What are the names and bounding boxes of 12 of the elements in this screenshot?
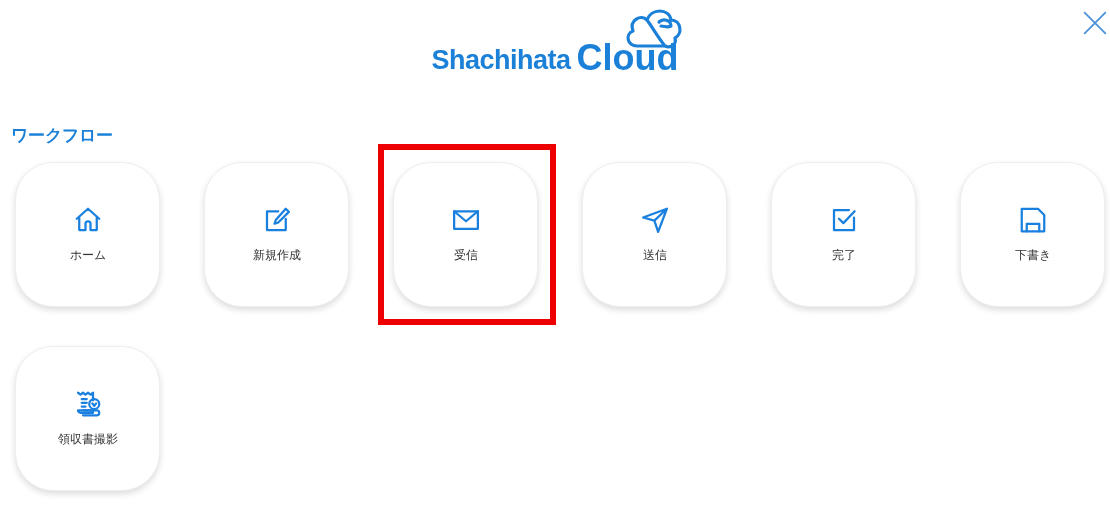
menu-tile[interactable]: 下書き [960,162,1105,307]
menu-tile[interactable]: 新規作成 [204,162,349,307]
menu-tile[interactable]: 受信 [393,162,538,307]
menu-tile[interactable]: 完了 [771,162,916,307]
logo-brand-text: Shachihata [431,47,571,74]
menu-tile[interactable]: 領収書撮影 [15,346,160,491]
section-title: ワークフロー [11,124,114,146]
paper-plane-icon [639,205,670,235]
menu-tile[interactable]: 送信 [582,162,727,307]
close-icon [1082,10,1108,36]
logo-product-text: Cloud [576,40,679,76]
menu-tile[interactable]: ホーム [15,162,160,307]
